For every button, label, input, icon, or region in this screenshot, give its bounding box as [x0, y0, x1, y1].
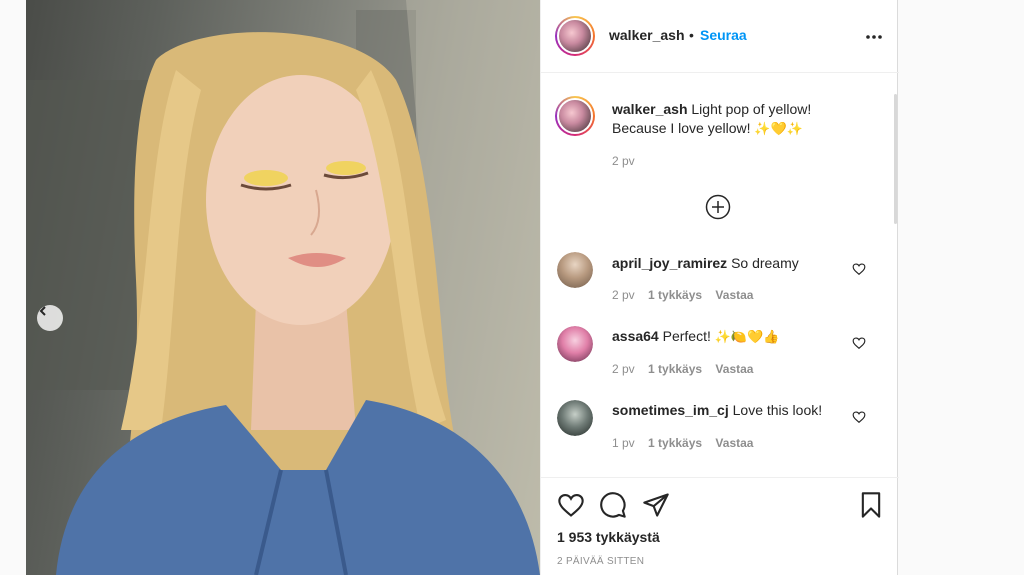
caption-line-2: Because I love yellow! [612, 120, 751, 136]
comment-body: Love this look! [732, 402, 823, 418]
post-header: walker_ash • Seuraa [541, 0, 899, 73]
comment-text: sometimes_im_cj Love this look! [612, 401, 852, 420]
load-more-comments-icon[interactable] [705, 194, 731, 220]
comment-age: 1 pv [612, 436, 635, 450]
likes-count[interactable]: 1 953 tykkäystä [557, 529, 660, 545]
page-backdrop-right [898, 0, 1024, 575]
comment-reply-button[interactable]: Vastaa [715, 362, 753, 376]
comments-section: walker_ash Light pop of yellow! Because … [541, 74, 899, 477]
photo-illustration [26, 0, 540, 575]
comment-text: april_joy_ramirez So dreamy [612, 254, 852, 273]
comment-like-heart-icon[interactable] [852, 410, 866, 424]
comment-meta: 2 pv 1 tykkäys Vastaa [612, 362, 763, 376]
comment-avatar[interactable] [557, 400, 593, 436]
comment-avatar[interactable] [557, 252, 593, 288]
like-heart-icon[interactable] [557, 491, 585, 519]
comment-emoji: ✨🍋💛👍 [714, 330, 780, 345]
comment-body: So dreamy [731, 255, 799, 271]
author-avatar[interactable] [555, 16, 595, 56]
comment-meta: 1 pv 1 tykkäys Vastaa [612, 436, 763, 450]
caption-emoji: ✨💛✨ [754, 122, 803, 137]
comment-username[interactable]: april_joy_ramirez [612, 255, 727, 271]
comment-body: Perfect! [662, 328, 711, 344]
post-timestamp: 2 PÄIVÄÄ SITTEN [557, 556, 645, 567]
save-bookmark-icon[interactable] [857, 491, 885, 519]
comment-like-heart-icon[interactable] [852, 336, 866, 350]
caption-text: walker_ash Light pop of yellow! Because … [612, 100, 862, 139]
share-send-icon[interactable] [642, 491, 670, 519]
comment-username[interactable]: assa64 [612, 328, 659, 344]
author-username[interactable]: walker_ash [609, 27, 685, 43]
comment-username[interactable]: sometimes_im_cj [612, 402, 729, 418]
more-horizontal-icon[interactable] [865, 28, 883, 46]
comment-like-heart-icon[interactable] [852, 262, 866, 276]
page-backdrop-left [0, 0, 26, 575]
caption-age: 2 pv [612, 154, 635, 168]
post-side-panel: walker_ash • Seuraa walker_ash Light pop… [540, 0, 899, 575]
comment-likes-button[interactable]: 1 tykkäys [648, 436, 702, 450]
previous-photo-button[interactable] [37, 305, 63, 331]
post-photo[interactable] [26, 0, 540, 575]
comment-meta: 2 pv 1 tykkäys Vastaa [612, 288, 763, 302]
caption-username[interactable]: walker_ash [612, 101, 688, 117]
comment-avatar[interactable] [557, 326, 593, 362]
comment-likes-button[interactable]: 1 tykkäys [648, 362, 702, 376]
comments-scrollbar[interactable] [894, 94, 897, 224]
comment-age: 2 pv [612, 362, 635, 376]
follow-button[interactable]: Seuraa [700, 27, 747, 43]
header-separator: • [689, 27, 694, 43]
comment-bubble-icon[interactable] [599, 491, 627, 519]
comment-likes-button[interactable]: 1 tykkäys [648, 288, 702, 302]
comment-age: 2 pv [612, 288, 635, 302]
caption-avatar[interactable] [555, 96, 595, 136]
chevron-left-icon [39, 306, 46, 316]
post-actions: 1 953 tykkäystä 2 PÄIVÄÄ SITTEN [541, 477, 899, 575]
comment-reply-button[interactable]: Vastaa [715, 436, 753, 450]
comment-reply-button[interactable]: Vastaa [715, 288, 753, 302]
caption-line-1: Light pop of yellow! [691, 101, 812, 117]
comment-text: assa64 Perfect! ✨🍋💛👍 [612, 327, 852, 347]
